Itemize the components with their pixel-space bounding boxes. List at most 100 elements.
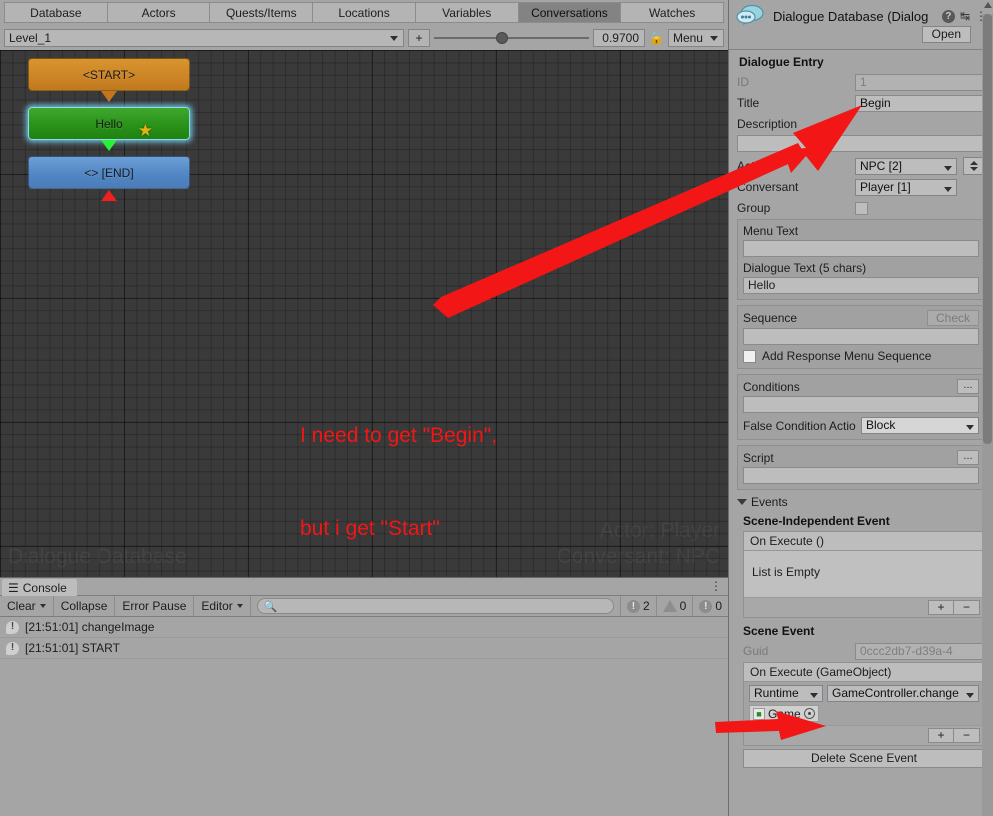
chevron-down-icon[interactable]	[737, 499, 747, 505]
editor-dropdown[interactable]: Editor	[194, 596, 251, 616]
add-conversation-button[interactable]: +	[408, 29, 430, 47]
dialogue-node-start-label: <START>	[82, 67, 136, 82]
dialogue-text-input[interactable]: Hello	[743, 277, 979, 294]
chevron-down-icon[interactable]	[39, 604, 46, 608]
actor-label: Actor	[737, 159, 766, 173]
watermark-database: Dialogue Database	[8, 545, 187, 568]
actor-dropdown[interactable]: NPC [2]	[855, 157, 957, 175]
info-icon: !	[626, 599, 640, 613]
zoom-slider-thumb[interactable]	[496, 32, 508, 44]
conversant-label: Conversant	[737, 180, 799, 194]
open-button[interactable]: Open	[921, 26, 971, 43]
conversation-dropdown[interactable]: Level_1	[4, 29, 404, 47]
kebab-icon[interactable]: ⋮	[710, 580, 722, 593]
tab-actors[interactable]: Actors	[106, 2, 210, 23]
sequence-check-button[interactable]: Check	[926, 310, 979, 326]
tab-locations[interactable]: Locations	[312, 2, 415, 23]
console-log-row[interactable]: ! [21:51:01] START	[0, 638, 728, 659]
sequence-input[interactable]	[743, 328, 979, 345]
conversation-toolbar: Level_1 + 0.9700 🔓 Menu	[0, 26, 728, 50]
menu-text-input[interactable]	[743, 240, 979, 257]
lock-icon[interactable]: 🔓	[649, 31, 664, 45]
error-icon: !	[699, 599, 713, 613]
warning-icon	[662, 600, 677, 612]
conditions-input[interactable]	[743, 396, 979, 413]
inspector-scrollbar-thumb[interactable]	[983, 14, 992, 444]
node-link-arrow	[101, 190, 117, 201]
menu-dropdown[interactable]: Menu	[667, 29, 724, 47]
editor-label: Editor	[201, 599, 233, 613]
node-link-arrow	[101, 91, 117, 102]
add-response-menu-sequence-checkbox[interactable]	[743, 349, 756, 363]
log-count: 2	[642, 599, 650, 613]
dialogue-node-hello-label: Hello	[95, 116, 123, 131]
console-log-row[interactable]: ! [21:51:01] changeImage	[0, 617, 728, 638]
collapse-toggle[interactable]: Collapse	[54, 596, 116, 616]
dialogue-node-end[interactable]: <> [END]	[28, 156, 190, 189]
inspector-panel: Dialogue Database (Dialog ? ↹ ⋮ Open Dia…	[728, 0, 993, 816]
annotation-canvas-line2: but i get "Start"	[300, 517, 440, 540]
preset-icon[interactable]: ↹	[960, 9, 970, 23]
error-pause-toggle[interactable]: Error Pause	[115, 596, 195, 616]
actor-dropdown-value: NPC [2]	[860, 158, 903, 173]
zoom-slider-track	[434, 37, 589, 39]
search-icon: 🔍	[263, 600, 278, 613]
scene-event-box: On Execute (GameObject) Runtime GameCont…	[743, 662, 985, 746]
log-count-box[interactable]: ! 2	[619, 596, 656, 616]
title-input[interactable]: Begin	[855, 94, 985, 112]
chevron-down-icon	[966, 425, 974, 430]
gameobject-field[interactable]: ■ Game	[749, 705, 819, 722]
tab-conversations[interactable]: Conversations	[517, 2, 621, 23]
chevron-up-icon[interactable]	[984, 2, 992, 8]
conditions-menu-button[interactable]: ...	[957, 379, 979, 394]
group-label: Group	[737, 201, 771, 215]
add-response-menu-sequence-label: Add Response Menu Sequence	[762, 349, 932, 363]
conversant-dropdown[interactable]: Player [1]	[855, 178, 957, 196]
zoom-slider[interactable]	[434, 29, 589, 47]
clear-button[interactable]: Clear	[0, 596, 54, 616]
group-checkbox[interactable]	[855, 201, 868, 215]
zoom-value-field[interactable]: 0.9700	[593, 29, 645, 47]
tab-database[interactable]: Database	[4, 2, 107, 23]
dialogue-node-hello[interactable]: Hello ★	[28, 107, 190, 140]
warning-count-box[interactable]: 0	[655, 596, 693, 616]
tab-console[interactable]: ☰ Console	[2, 579, 77, 596]
tab-quests-items[interactable]: Quests/Items	[209, 2, 313, 23]
remove-listener-button[interactable]: −	[954, 600, 980, 615]
delete-scene-event-button[interactable]: Delete Scene Event	[743, 749, 985, 768]
false-condition-action-label: False Condition Actio	[743, 418, 856, 433]
star-icon: ★	[137, 121, 153, 140]
add-scene-listener-button[interactable]: +	[928, 728, 954, 743]
chevron-down-icon	[944, 186, 952, 192]
inspector-scrollbar[interactable]	[982, 2, 993, 816]
object-picker-icon[interactable]	[803, 708, 815, 719]
function-dropdown[interactable]: GameController.change	[827, 685, 979, 702]
tab-variables[interactable]: Variables	[414, 2, 518, 23]
description-input[interactable]	[737, 135, 985, 152]
chevron-down-icon	[966, 693, 974, 698]
dialogue-node-start[interactable]: <START>	[28, 58, 190, 91]
function-value: GameController.change	[832, 686, 959, 700]
gameobject-icon: ■	[753, 707, 765, 720]
console-search-input[interactable]: 🔍	[256, 598, 614, 614]
menu-text-label: Menu Text	[743, 224, 799, 238]
on-execute-empty-list: List is Empty	[744, 551, 984, 597]
conversation-dropdown-value: Level_1	[9, 31, 52, 45]
false-condition-action-dropdown[interactable]: Block	[861, 417, 979, 434]
error-count: 0	[715, 599, 722, 613]
error-count-box[interactable]: ! 0	[692, 596, 728, 616]
script-menu-button[interactable]: ...	[957, 450, 979, 465]
script-input[interactable]	[743, 467, 979, 484]
conversant-dropdown-value: Player [1]	[860, 179, 911, 194]
menu-dropdown-label: Menu	[672, 31, 703, 45]
remove-scene-listener-button[interactable]: −	[954, 728, 980, 743]
help-icon[interactable]: ?	[941, 9, 955, 23]
dialogue-text-label: Dialogue Text (5 chars)	[743, 261, 867, 275]
events-foldout[interactable]: Events	[737, 495, 985, 509]
conversation-node-canvas[interactable]: <START> Hello ★ <> [END] Dialogue Databa…	[0, 50, 728, 577]
id-row: ID 1	[737, 72, 985, 92]
console-panel: ☰ Console ⋮ Clear Collapse Error Pause E…	[0, 577, 728, 816]
add-listener-button[interactable]: +	[928, 600, 954, 615]
runtime-mode-dropdown[interactable]: Runtime	[749, 685, 823, 702]
tab-watches[interactable]: Watches	[620, 2, 725, 23]
